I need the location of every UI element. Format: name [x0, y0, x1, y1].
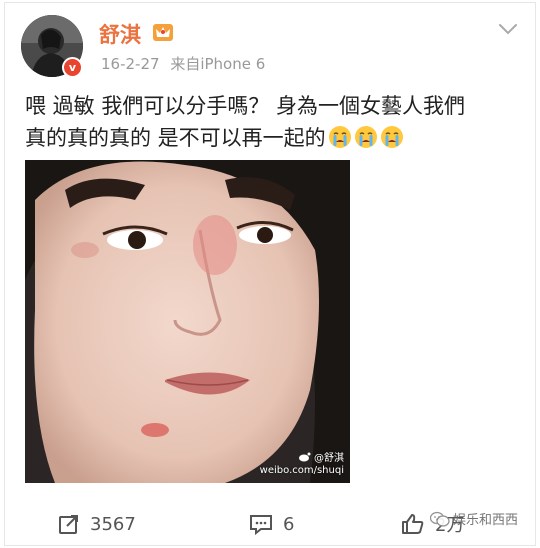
post-meta: 16-2-27 来自iPhone 6	[101, 53, 265, 74]
repost-count: 3567	[90, 513, 136, 535]
thumbs-up-icon	[402, 514, 424, 534]
crying-face-icon	[354, 126, 377, 148]
photo-watermark-handle-text: @舒淇	[314, 453, 344, 464]
comment-count: 6	[283, 513, 295, 535]
wechat-watermark-text: 娱乐和西西	[453, 513, 519, 528]
post-text-line-2-content: 真的真的真的 是不可以再一起的	[25, 126, 326, 150]
comment-button[interactable]: 6	[249, 504, 294, 544]
wechat-icon	[430, 511, 450, 527]
repost-icon	[59, 515, 78, 534]
vip-crown-icon[interactable]	[152, 21, 174, 43]
post-text-line-2: 真的真的真的 是不可以再一起的	[25, 122, 525, 154]
crying-face-icon	[328, 126, 351, 148]
post-text-line-1: 喂 過敏 我們可以分手嗎？ 身為一個女藝人我們	[25, 94, 466, 118]
photo-watermark-url: weibo.com/shuqi	[259, 465, 344, 476]
wechat-watermark: 娱乐和西西	[430, 509, 518, 528]
photo-watermark-handle: @舒淇	[260, 452, 344, 465]
crying-face-icon	[380, 126, 403, 148]
repost-button[interactable]: 3567	[58, 504, 136, 544]
chevron-down-icon[interactable]	[498, 22, 518, 36]
post-photo[interactable]: @舒淇 weibo.com/shuqi	[25, 160, 350, 483]
comment-icon	[250, 515, 272, 535]
weibo-logo-icon	[298, 452, 311, 462]
username[interactable]: 舒淇	[99, 19, 141, 49]
photo-watermark: @舒淇 weibo.com/shuqi	[260, 452, 344, 477]
selfie-image	[25, 160, 350, 483]
post-date: 16-2-27	[101, 55, 160, 73]
post-text: 喂 過敏 我們可以分手嗎？ 身為一個女藝人我們 真的真的真的 是不可以再一起的	[25, 90, 525, 154]
verified-badge-icon: v	[62, 57, 83, 78]
post-source: 来自iPhone 6	[170, 55, 266, 73]
